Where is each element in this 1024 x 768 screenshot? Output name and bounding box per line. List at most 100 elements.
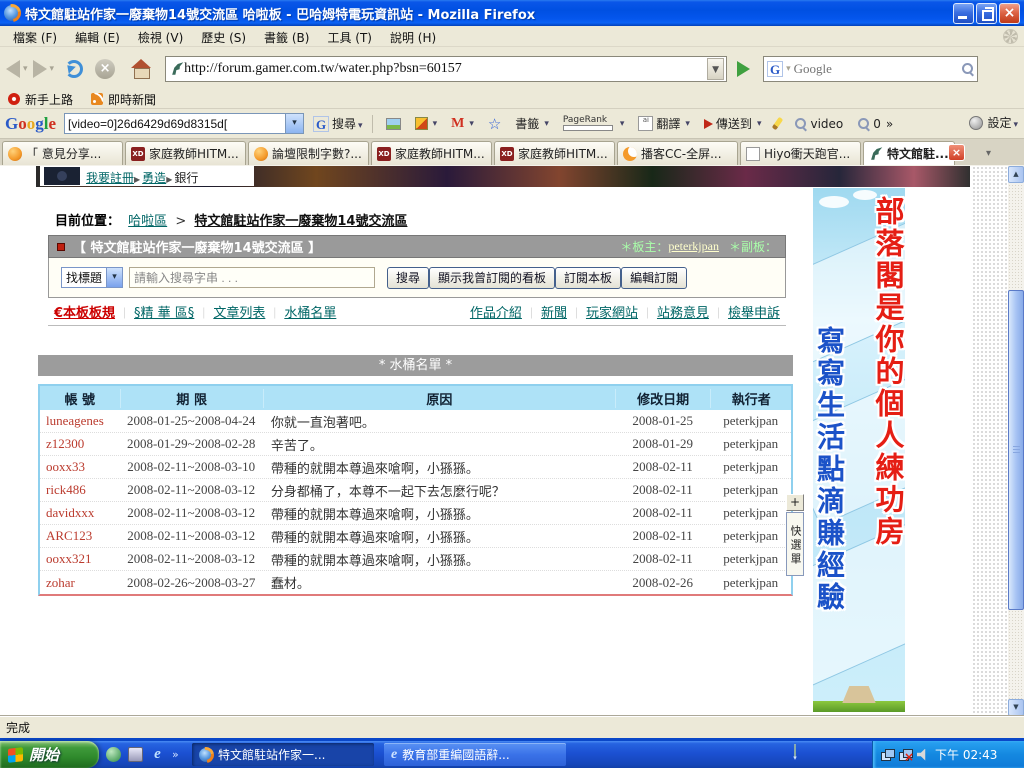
toolbar-search-button[interactable]: G 搜尋 bbox=[308, 113, 368, 134]
board-action-button[interactable]: 顯示我曾訂閱的看板 bbox=[429, 267, 555, 289]
browser-tab[interactable]: 家庭教師HITM... bbox=[494, 141, 615, 165]
quick-launch-area: e » bbox=[106, 741, 179, 768]
menu-item[interactable]: 檢視 (V) bbox=[129, 29, 192, 47]
toolbar-settings-button[interactable]: 設定 bbox=[969, 114, 1018, 131]
start-button[interactable]: 開始 bbox=[0, 741, 99, 768]
menu-item[interactable]: 編輯 (E) bbox=[66, 29, 129, 47]
cell-executor: peterkjpan bbox=[710, 505, 791, 521]
scroll-down-button[interactable]: ▼ bbox=[1008, 699, 1024, 716]
board-link[interactable]: 新聞 bbox=[522, 302, 567, 321]
board-link[interactable]: €本板板規 bbox=[54, 302, 115, 321]
speaker-icon[interactable] bbox=[917, 749, 928, 761]
moderator-link[interactable]: peterkjpan bbox=[668, 239, 719, 254]
bookmark-latest-news[interactable]: 即時新聞 bbox=[91, 91, 156, 108]
components-button[interactable] bbox=[410, 115, 443, 132]
forward-dropdown-icon[interactable]: ▾ bbox=[50, 64, 55, 74]
breadcrumb-area-link[interactable]: 哈啦區 bbox=[128, 214, 167, 229]
star-bookmark-button[interactable]: ☆ bbox=[483, 113, 506, 135]
banner-link[interactable]: 勇造 bbox=[134, 171, 166, 185]
tab-overflow-dropdown-icon[interactable]: ▾ bbox=[986, 148, 991, 159]
photos-button[interactable] bbox=[381, 116, 406, 132]
taskbar-button-ie[interactable]: e 教育部重編國語辭... bbox=[384, 743, 566, 766]
toolbar-overflow-chevron[interactable]: » bbox=[886, 117, 893, 131]
reload-button[interactable] bbox=[65, 60, 83, 78]
browser-tab[interactable]: 家庭教師HITM... bbox=[125, 141, 246, 165]
site-banner[interactable]: 我要註冊勇造銀行 bbox=[36, 166, 970, 187]
search-magnifier-icon[interactable] bbox=[961, 62, 974, 75]
breadcrumb-separator: > bbox=[175, 214, 186, 229]
board-link[interactable]: 水桶名單 bbox=[265, 302, 336, 321]
taskbar-button-firefox[interactable]: 特文館駐站作家一... bbox=[192, 743, 374, 766]
cell-period: 2008-01-25~2008-04-24 bbox=[120, 413, 263, 429]
banner-link[interactable]: 我要註冊 bbox=[86, 171, 134, 185]
bookmark-getting-started[interactable]: 新手上路 bbox=[8, 91, 73, 108]
language-bar-indicator[interactable] bbox=[788, 745, 802, 763]
photo-icon bbox=[386, 118, 401, 130]
board-link[interactable]: 作品介紹 bbox=[470, 302, 522, 321]
toolbar-search-dropdown[interactable]: ▾ bbox=[285, 114, 303, 133]
menu-item[interactable]: 檔案 (F) bbox=[4, 29, 66, 47]
quick-launch-ie-icon[interactable]: e bbox=[150, 747, 165, 762]
highlighter-button[interactable] bbox=[770, 115, 785, 132]
forward-button[interactable]: ▾ bbox=[33, 60, 58, 78]
close-button[interactable]: × bbox=[999, 3, 1020, 24]
board-action-button[interactable]: 編輯訂閱 bbox=[621, 267, 687, 289]
section-title-bar: * 水桶名單 * bbox=[38, 355, 793, 376]
url-bar: ▼ bbox=[165, 56, 727, 82]
search-type-select[interactable]: 找標題 ▾ bbox=[61, 267, 123, 288]
browser-tab[interactable]: 家庭教師HITM... bbox=[371, 141, 492, 165]
search-engine-dropdown-icon[interactable]: ▾ bbox=[786, 64, 791, 74]
browser-tab[interactable]: 播客CC-全屏... bbox=[617, 141, 738, 165]
back-dropdown-icon[interactable]: ▾ bbox=[23, 64, 28, 74]
board-link[interactable]: 檢舉申訴 bbox=[709, 302, 780, 321]
back-button[interactable]: ▾ bbox=[6, 60, 31, 78]
network-icon[interactable] bbox=[881, 749, 894, 761]
menu-item[interactable]: 說明 (H) bbox=[381, 29, 445, 47]
home-button[interactable] bbox=[131, 61, 151, 77]
toolbar-search-input[interactable] bbox=[65, 117, 285, 131]
browser-tab[interactable]: 特文館駐... bbox=[863, 141, 955, 165]
quick-launch-globe-icon[interactable] bbox=[106, 747, 121, 762]
board-link[interactable]: 玩家網站 bbox=[567, 302, 638, 321]
gmail-button[interactable]: M bbox=[446, 114, 479, 134]
minimize-button[interactable] bbox=[953, 3, 974, 24]
translate-button[interactable]: aí 翻譯 bbox=[633, 113, 695, 134]
column-header-reason: 原因 bbox=[263, 389, 615, 408]
board-search-input[interactable] bbox=[129, 267, 375, 288]
go-button[interactable] bbox=[731, 57, 755, 81]
quick-menu-tab[interactable]: 快選單 bbox=[786, 512, 804, 576]
network-disconnected-icon[interactable] bbox=[899, 749, 912, 761]
board-action-button[interactable]: 搜尋 bbox=[387, 267, 429, 289]
bookmarks-menu-button[interactable]: 書籤 bbox=[510, 113, 554, 134]
board-action-button[interactable]: 訂閱本板 bbox=[555, 267, 621, 289]
tab-close-button[interactable]: × bbox=[948, 144, 965, 161]
board-link[interactable]: 站務意見 bbox=[638, 302, 709, 321]
google-g-icon[interactable]: G bbox=[767, 61, 783, 77]
vertical-scrollbar[interactable]: ▲ ▼ bbox=[1008, 166, 1024, 716]
scroll-up-button[interactable]: ▲ bbox=[1008, 166, 1024, 183]
quick-launch-overflow-chevron[interactable]: » bbox=[172, 748, 179, 761]
web-search-input[interactable] bbox=[794, 61, 961, 77]
browser-tab[interactable]: Hiyo衝天跑官... bbox=[740, 141, 861, 165]
menu-item[interactable]: 歷史 (S) bbox=[192, 29, 255, 47]
send-to-button[interactable]: 傳送到 bbox=[699, 113, 767, 134]
board-link[interactable]: 文章列表 bbox=[194, 302, 265, 321]
board-link[interactable]: §精 華 區§ bbox=[115, 302, 194, 321]
url-input[interactable] bbox=[184, 61, 707, 77]
find-word-video-button[interactable]: video bbox=[789, 115, 848, 133]
browser-tab[interactable]: 論壇限制字數?... bbox=[248, 141, 369, 165]
banner-link[interactable]: 銀行 bbox=[166, 171, 198, 185]
find-word-0-button[interactable]: 0 bbox=[852, 115, 886, 133]
breadcrumb-board-link[interactable]: 特文館駐站作家一廢棄物14號交流區 bbox=[194, 214, 407, 229]
restore-button[interactable] bbox=[976, 3, 997, 24]
url-history-dropdown[interactable]: ▼ bbox=[707, 58, 724, 80]
pagerank-indicator[interactable]: PageRank bbox=[558, 114, 630, 133]
quick-menu-expand-button[interactable]: + bbox=[786, 494, 804, 511]
sidebar-ad-banner[interactable]: 部落閣是你的個人練功房 寫寫生活點滴賺經驗 bbox=[813, 188, 905, 712]
scrollbar-thumb[interactable] bbox=[1008, 290, 1024, 610]
menu-item[interactable]: 書籤 (B) bbox=[255, 29, 318, 47]
menu-item[interactable]: 工具 (T) bbox=[318, 29, 381, 47]
browser-tab[interactable]: 「 意見分享... bbox=[2, 141, 123, 165]
quick-launch-mail-icon[interactable] bbox=[128, 747, 143, 762]
stop-button[interactable]: × bbox=[95, 59, 115, 79]
